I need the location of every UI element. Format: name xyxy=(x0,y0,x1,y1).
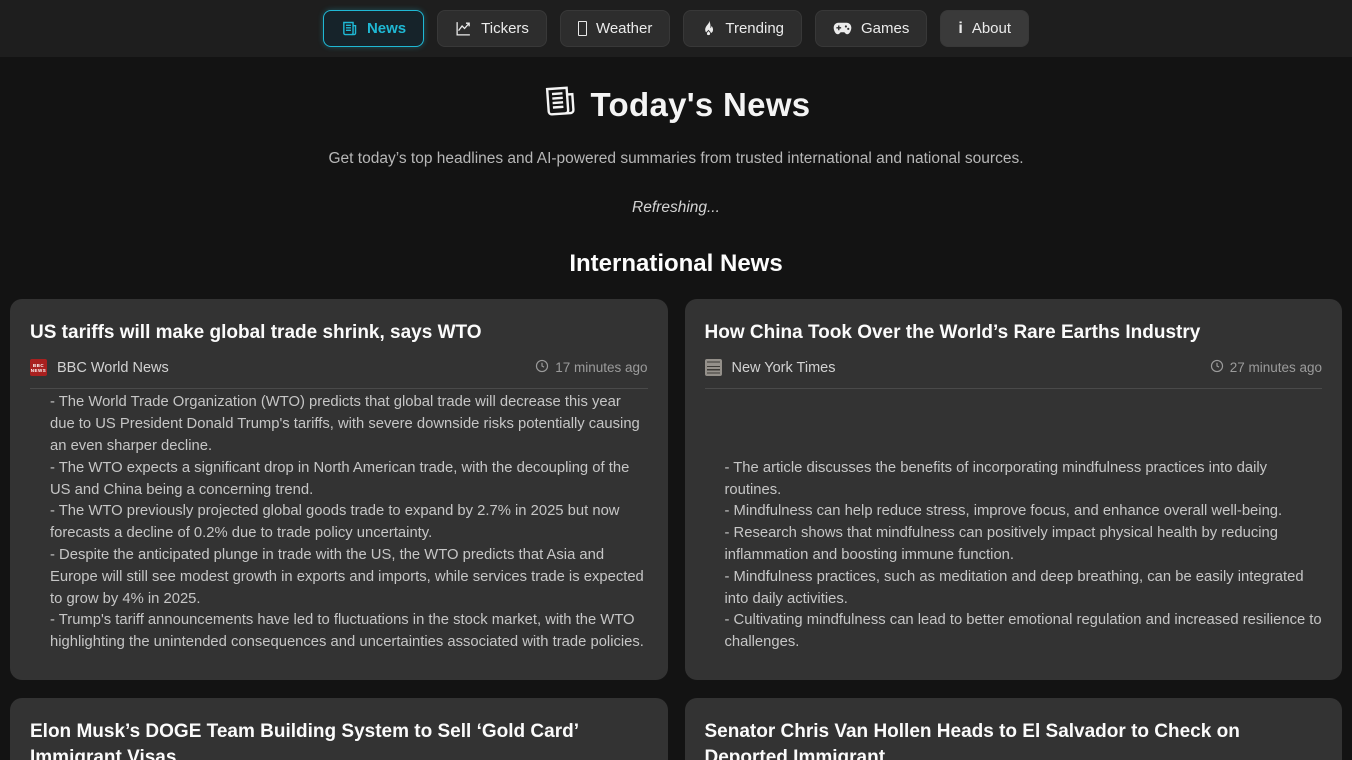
source-name: New York Times xyxy=(731,359,836,376)
summary-bullet: - Research shows that mindfulness can po… xyxy=(724,525,1279,564)
nav-label: Trending xyxy=(725,20,785,37)
refresh-status: Refreshing... xyxy=(632,199,720,216)
source-name: BBC World News xyxy=(57,359,169,376)
news-card: Senator Chris Van Hollen Heads to El Sal… xyxy=(684,698,1342,760)
nav-button-games[interactable]: Games xyxy=(815,10,928,47)
nav-button-weather[interactable]: Weather xyxy=(559,10,671,47)
article-headline[interactable]: Senator Chris Van Hollen Heads to El Sal… xyxy=(705,719,1323,760)
nav-label: News xyxy=(366,20,407,37)
article-summary: - The article discusses the benefits of … xyxy=(725,458,1323,654)
gamepad-icon xyxy=(833,21,852,36)
new-york-times-favicon xyxy=(704,359,722,376)
page-title: Today's News xyxy=(0,83,1352,127)
summary-bullet: - Mindfulness can help reduce stress, im… xyxy=(724,503,1283,520)
bbc-news-favicon: BBC NEWS xyxy=(30,359,47,376)
newspaper-icon xyxy=(341,20,358,37)
summary-bullet: - The WTO expects a significant drop in … xyxy=(50,459,630,498)
info-icon: i xyxy=(958,19,963,37)
news-card: US tariffs will make global trade shrink… xyxy=(10,299,668,680)
nav-label: Tickers xyxy=(481,20,529,37)
summary-bullet: - Despite the anticipated plunge in trad… xyxy=(50,547,644,607)
page-header: Today's News Get today’s top headlines a… xyxy=(0,83,1352,278)
article-summary: - The World Trade Organization (WTO) pre… xyxy=(50,392,648,654)
page-subtitle: Get today’s top headlines and AI-powered… xyxy=(328,150,1024,167)
card-divider xyxy=(30,388,648,389)
summary-bullet: - The article discusses the benefits of … xyxy=(724,459,1268,498)
top-navigation: News Tickers Weather Trending Games i Ab… xyxy=(0,0,1352,57)
source-row: BBC NEWS BBC World News 17 minutes ago xyxy=(30,359,648,376)
chart-increasing-icon xyxy=(455,20,472,37)
news-card: How China Took Over the World’s Rare Ear… xyxy=(684,299,1342,680)
summary-bullet: - Mindfulness practices, such as meditat… xyxy=(724,568,1304,607)
card-divider xyxy=(704,388,1322,389)
missing-glyph-box xyxy=(577,21,587,36)
article-headline[interactable]: How China Took Over the World’s Rare Ear… xyxy=(705,320,1323,346)
summary-bullet: - The World Trade Organization (WTO) pre… xyxy=(50,394,640,455)
nav-label: Weather xyxy=(595,20,653,37)
article-headline[interactable]: Elon Musk’s DOGE Team Building System to… xyxy=(30,719,648,760)
summary-bullet: - Trump's tariff announcements have led … xyxy=(50,612,644,651)
timestamp: 17 minutes ago xyxy=(535,359,648,376)
summary-bullet: - The WTO previously projected global go… xyxy=(50,503,620,542)
clock-icon xyxy=(535,359,549,376)
news-card-grid: US tariffs will make global trade shrink… xyxy=(10,299,1342,760)
fire-icon xyxy=(701,20,716,37)
timestamp: 27 minutes ago xyxy=(1210,359,1322,376)
nav-button-tickers[interactable]: Tickers xyxy=(437,10,547,47)
summary-bullet: - Cultivating mindfulness can lead to be… xyxy=(724,612,1322,651)
nav-button-news[interactable]: News xyxy=(322,10,425,47)
nav-label: Games xyxy=(861,20,910,37)
nav-button-about[interactable]: i About xyxy=(940,10,1030,47)
clock-icon xyxy=(1210,359,1224,376)
source-row: New York Times 27 minutes ago xyxy=(704,359,1322,376)
nav-button-trending[interactable]: Trending xyxy=(683,10,803,47)
nav-label: About xyxy=(971,20,1012,37)
section-title: International News xyxy=(569,250,783,277)
article-headline[interactable]: US tariffs will make global trade shrink… xyxy=(30,320,648,346)
news-card: Elon Musk’s DOGE Team Building System to… xyxy=(10,698,668,760)
page-title-text: Today's News xyxy=(590,86,811,123)
newspaper-icon xyxy=(542,83,578,127)
